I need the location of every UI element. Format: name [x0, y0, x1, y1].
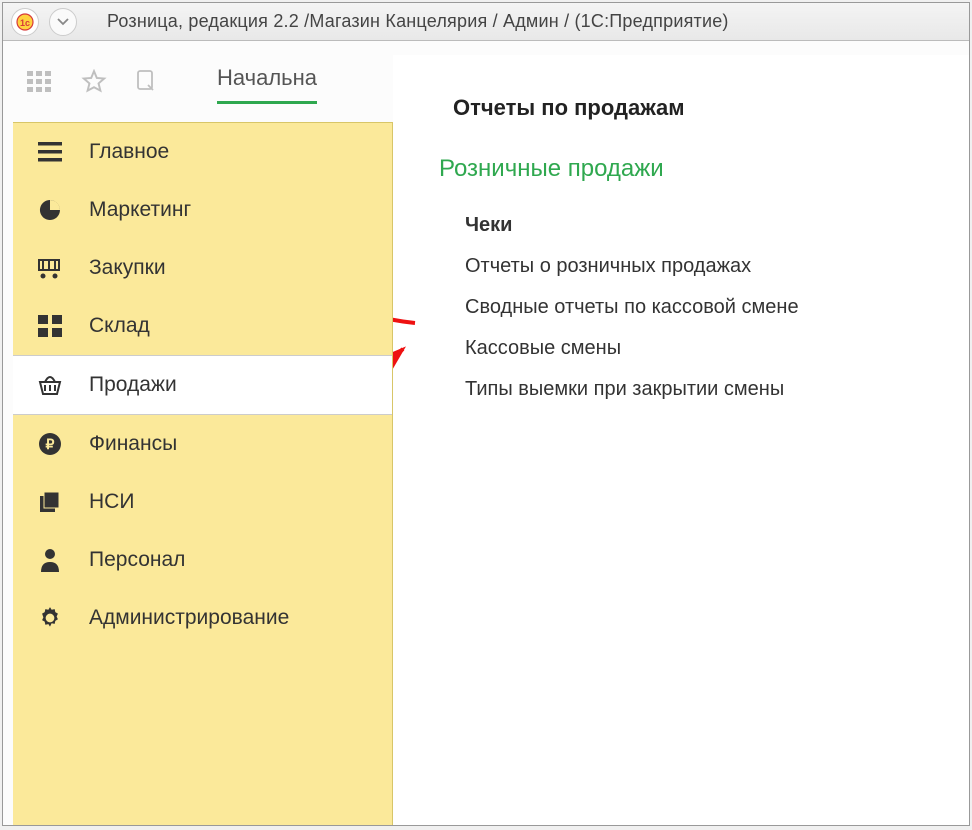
menu-item-2[interactable]: Сводные отчеты по кассовой смене	[465, 287, 959, 328]
tiles-icon	[37, 313, 63, 339]
title-bar: 1c Розница, редакция 2.2 /Магазин Канцел…	[3, 3, 969, 41]
menu-item-0[interactable]: Чеки	[465, 205, 959, 246]
sidebar-item-label: Закупки	[89, 256, 166, 280]
content-header[interactable]: Отчеты по продажам	[453, 95, 959, 121]
sidebar-item-label: Главное	[89, 140, 169, 164]
person-icon	[37, 547, 63, 573]
annotation-arrow-1	[393, 245, 435, 335]
sidebar-item-label: Персонал	[89, 548, 185, 572]
sidebar-item-6[interactable]: НСИ	[13, 473, 392, 531]
menu-item-3[interactable]: Кассовые смены	[465, 328, 959, 369]
start-tab[interactable]: Начальна	[217, 65, 317, 104]
svg-text:₽: ₽	[46, 436, 55, 452]
toolbar: Начальна	[13, 55, 393, 122]
history-icon[interactable]	[135, 69, 159, 100]
logo-1c-icon: 1c	[16, 13, 34, 31]
sidebar-item-label: Администрирование	[89, 606, 289, 630]
app-logo-button[interactable]: 1c	[11, 8, 39, 36]
sidebar-item-2[interactable]: Закупки	[13, 239, 392, 297]
menu-item-4[interactable]: Типы выемки при закрытии смены	[465, 369, 959, 410]
sections-icon[interactable]	[27, 71, 53, 98]
svg-text:1c: 1c	[20, 18, 30, 28]
annotation-arrow-2	[393, 343, 423, 413]
chevron-down-icon	[57, 18, 69, 26]
cart-icon	[37, 255, 63, 281]
app-window: 1c Розница, редакция 2.2 /Магазин Канцел…	[2, 2, 970, 826]
gear-icon	[37, 605, 63, 631]
sidebar-item-3[interactable]: Склад	[13, 297, 392, 355]
sidebar-item-0[interactable]: Главное	[13, 123, 392, 181]
favorites-icon[interactable]	[81, 69, 107, 100]
window-title: Розница, редакция 2.2 /Магазин Канцеляри…	[107, 11, 729, 32]
sidebar-item-4[interactable]: Продажи	[13, 355, 392, 415]
content-panel: Отчеты по продажам Розничные продажи Чек…	[393, 55, 969, 825]
basket-icon	[37, 372, 63, 398]
menu-item-1[interactable]: Отчеты о розничных продажах	[465, 246, 959, 287]
ruble-icon: ₽	[37, 431, 63, 457]
sidebar: Главное Маркетинг Закупки Склад Продажи ₽ Фина…	[13, 122, 393, 825]
menu-icon	[37, 139, 63, 165]
sidebar-item-1[interactable]: Маркетинг	[13, 181, 392, 239]
sidebar-item-5[interactable]: ₽ Финансы	[13, 415, 392, 473]
section-header: Розничные продажи	[439, 155, 959, 183]
pie-icon	[37, 197, 63, 223]
sidebar-item-label: Маркетинг	[89, 198, 191, 222]
folders-icon	[37, 489, 63, 515]
sidebar-item-8[interactable]: Администрирование	[13, 589, 392, 647]
app-body: Начальна Главное Маркетинг Закупки Склад Про…	[3, 41, 969, 825]
sidebar-item-label: Склад	[89, 314, 150, 338]
left-column: Начальна Главное Маркетинг Закупки Склад Про…	[13, 55, 393, 825]
sidebar-item-label: Продажи	[89, 373, 177, 397]
sidebar-item-7[interactable]: Персонал	[13, 531, 392, 589]
sidebar-item-label: Финансы	[89, 432, 177, 456]
sidebar-item-label: НСИ	[89, 490, 134, 514]
dropdown-button[interactable]	[49, 8, 77, 36]
